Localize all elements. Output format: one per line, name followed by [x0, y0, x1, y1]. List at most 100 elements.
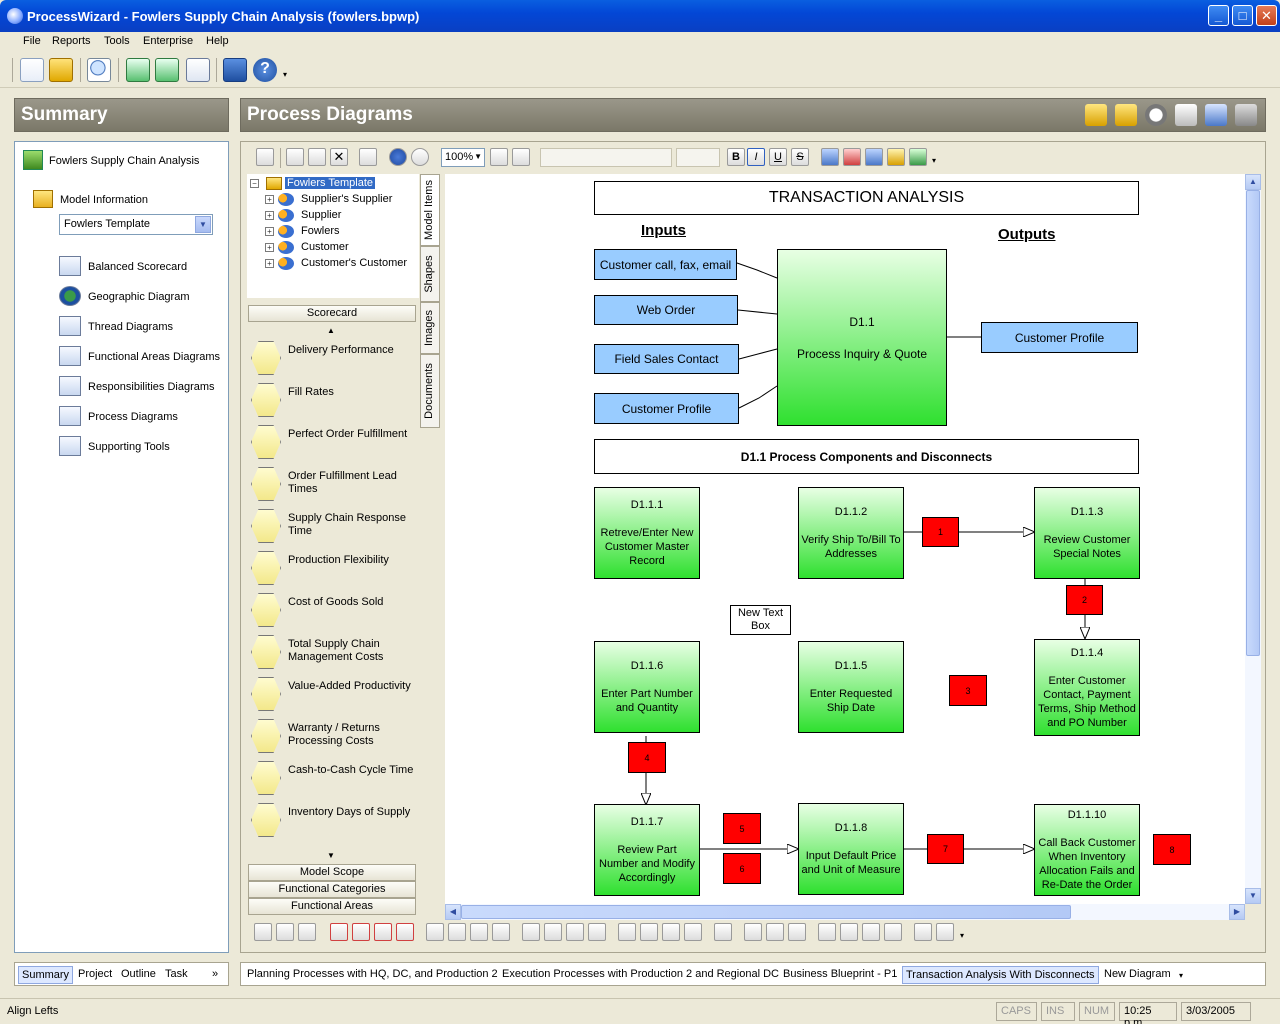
tab-transaction-analysis[interactable]: Transaction Analysis With Disconnects: [902, 966, 1099, 984]
shadow-icon[interactable]: [714, 923, 732, 941]
menu-enterprise[interactable]: Enterprise: [143, 35, 193, 47]
summary-item-balanced-scorecard[interactable]: Balanced Scorecard: [88, 261, 187, 273]
main-process-box[interactable]: D1.1 Process Inquiry & Quote: [777, 249, 947, 426]
minimize-button[interactable]: _: [1208, 5, 1229, 26]
chevron-down-icon[interactable]: ▼: [474, 152, 482, 161]
process-step-d116[interactable]: D1.1.6 Enter Part Number and Quantity: [594, 641, 700, 733]
connector-icon[interactable]: [618, 923, 636, 941]
kpi-label[interactable]: Supply Chain Response Time: [288, 512, 416, 538]
pen-icon[interactable]: [788, 923, 806, 941]
tree-item-customer[interactable]: Customer: [301, 241, 349, 253]
vertical-scrollbar[interactable]: ▲ ▼: [1245, 174, 1261, 904]
app-icon[interactable]: [7, 8, 23, 24]
summary-item-functional-areas-diagrams[interactable]: Functional Areas Diagrams: [88, 351, 220, 363]
tab-project[interactable]: Project: [75, 966, 115, 982]
tab-model-items[interactable]: Model Items: [420, 174, 440, 246]
kpi-shape[interactable]: [251, 635, 281, 669]
output-box[interactable]: Customer Profile: [981, 322, 1138, 353]
kpi-shape[interactable]: [251, 803, 281, 837]
kpi-label[interactable]: Value-Added Productivity: [288, 680, 416, 693]
edit-model-icon[interactable]: [1115, 104, 1137, 126]
open-folder-icon[interactable]: [49, 58, 73, 82]
kpi-shape[interactable]: [251, 761, 281, 795]
distribute-vertical-icon[interactable]: [522, 923, 540, 941]
tab-shapes[interactable]: Shapes: [420, 246, 440, 302]
export-icon[interactable]: [126, 58, 150, 82]
disconnect-marker[interactable]: 7: [927, 834, 964, 864]
menu-reports[interactable]: Reports: [52, 35, 91, 47]
kpi-label[interactable]: Perfect Order Fulfillment: [288, 428, 416, 441]
zoom-select[interactable]: 100% ▼: [441, 148, 485, 167]
scroll-up-icon[interactable]: ▲: [327, 326, 335, 335]
expand-toggle[interactable]: +: [265, 195, 274, 204]
process-step-d113[interactable]: D1.1.3 Review Customer Special Notes: [1034, 487, 1140, 579]
bold-button[interactable]: B: [727, 148, 745, 166]
add-chart-icon[interactable]: [298, 923, 316, 941]
kpi-label[interactable]: Inventory Days of Supply: [288, 806, 416, 819]
kpi-shape[interactable]: [251, 551, 281, 585]
bring-forward-icon[interactable]: [862, 923, 880, 941]
help-icon[interactable]: ?: [253, 58, 277, 82]
vertical-scroll-thumb[interactable]: [1246, 190, 1260, 656]
undo-icon[interactable]: [389, 148, 407, 166]
summary-item-thread-diagrams[interactable]: Thread Diagrams: [88, 321, 173, 333]
arrow-right-icon[interactable]: [566, 923, 584, 941]
kpi-shape[interactable]: [251, 509, 281, 543]
kpi-shape[interactable]: [251, 383, 281, 417]
kpi-label[interactable]: Total Supply Chain Management Costs: [288, 638, 416, 664]
select-area-icon[interactable]: [352, 923, 370, 941]
tab-planning-processes[interactable]: Planning Processes with HQ, DC, and Prod…: [244, 966, 501, 982]
kpi-label[interactable]: Cost of Goods Sold: [288, 596, 416, 609]
delete-icon[interactable]: ✕: [330, 148, 348, 166]
tab-outline[interactable]: Outline: [118, 966, 159, 982]
sync-icon[interactable]: [155, 58, 179, 82]
add-image-icon[interactable]: [276, 923, 294, 941]
kpi-shape[interactable]: [251, 677, 281, 711]
input-box[interactable]: Web Order: [594, 295, 738, 325]
book-icon[interactable]: [223, 58, 247, 82]
model-select[interactable]: Fowlers Template ▼: [59, 214, 213, 235]
disconnect-marker[interactable]: 1: [922, 517, 959, 547]
settings-icon[interactable]: [684, 923, 702, 941]
layout-icon[interactable]: [865, 148, 883, 166]
tree-item-fowlers[interactable]: Fowlers: [301, 225, 340, 237]
kpi-shape[interactable]: [251, 467, 281, 501]
diagram-canvas[interactable]: TRANSACTION ANALYSIS Inputs Outputs Cust…: [445, 174, 1245, 904]
scroll-down-icon[interactable]: ▼: [1245, 888, 1261, 904]
kpi-label[interactable]: Cash-to-Cash Cycle Time: [288, 764, 416, 777]
select-list-icon[interactable]: [374, 923, 392, 941]
process-step-d111[interactable]: D1.1.1 Retreve/Enter New Customer Master…: [594, 487, 700, 579]
kpi-shape[interactable]: [251, 719, 281, 753]
find-icon[interactable]: [87, 58, 111, 82]
scroll-left-icon[interactable]: ◀: [445, 904, 461, 920]
kpi-shape[interactable]: [251, 341, 281, 375]
kpi-label[interactable]: Delivery Performance: [288, 344, 416, 357]
tab-summary[interactable]: Summary: [18, 966, 74, 984]
summary-item-geographic-diagram[interactable]: Geographic Diagram: [88, 291, 190, 303]
kpi-label[interactable]: Order Fulfillment Lead Times: [288, 470, 416, 496]
select-icon[interactable]: [330, 923, 348, 941]
project-name[interactable]: Fowlers Supply Chain Analysis: [49, 155, 199, 167]
scroll-down-icon[interactable]: ▼: [327, 851, 335, 860]
kpi-label[interactable]: Production Flexibility: [288, 554, 416, 567]
italic-button[interactable]: I: [747, 148, 765, 166]
bring-front-icon[interactable]: [818, 923, 836, 941]
curve-connector-icon[interactable]: [662, 923, 680, 941]
menu-help[interactable]: Help: [206, 35, 229, 47]
process-step-d112[interactable]: D1.1.2 Verify Ship To/Bill To Addresses: [798, 487, 904, 579]
close-button[interactable]: ✕: [1256, 5, 1277, 26]
align-right-icon[interactable]: [492, 923, 510, 941]
redo-icon[interactable]: [411, 148, 429, 166]
shapes-category-functional-areas[interactable]: Functional Areas: [248, 898, 416, 915]
fill-color-icon[interactable]: [766, 923, 784, 941]
tree-item-supplier[interactable]: Supplier: [301, 209, 341, 221]
disconnect-marker[interactable]: 6: [723, 853, 761, 884]
kpi-shape[interactable]: [251, 593, 281, 627]
paste-icon[interactable]: [308, 148, 326, 166]
align-center-icon[interactable]: [470, 923, 488, 941]
shapes-category-model-scope[interactable]: Model Scope: [248, 864, 416, 881]
add-model-icon[interactable]: [1085, 104, 1107, 126]
copy-icon[interactable]: [286, 148, 304, 166]
summary-item-responsibilities-diagrams[interactable]: Responsibilities Diagrams: [88, 381, 215, 393]
tree-item-customers-customer[interactable]: Customer's Customer: [301, 257, 407, 269]
